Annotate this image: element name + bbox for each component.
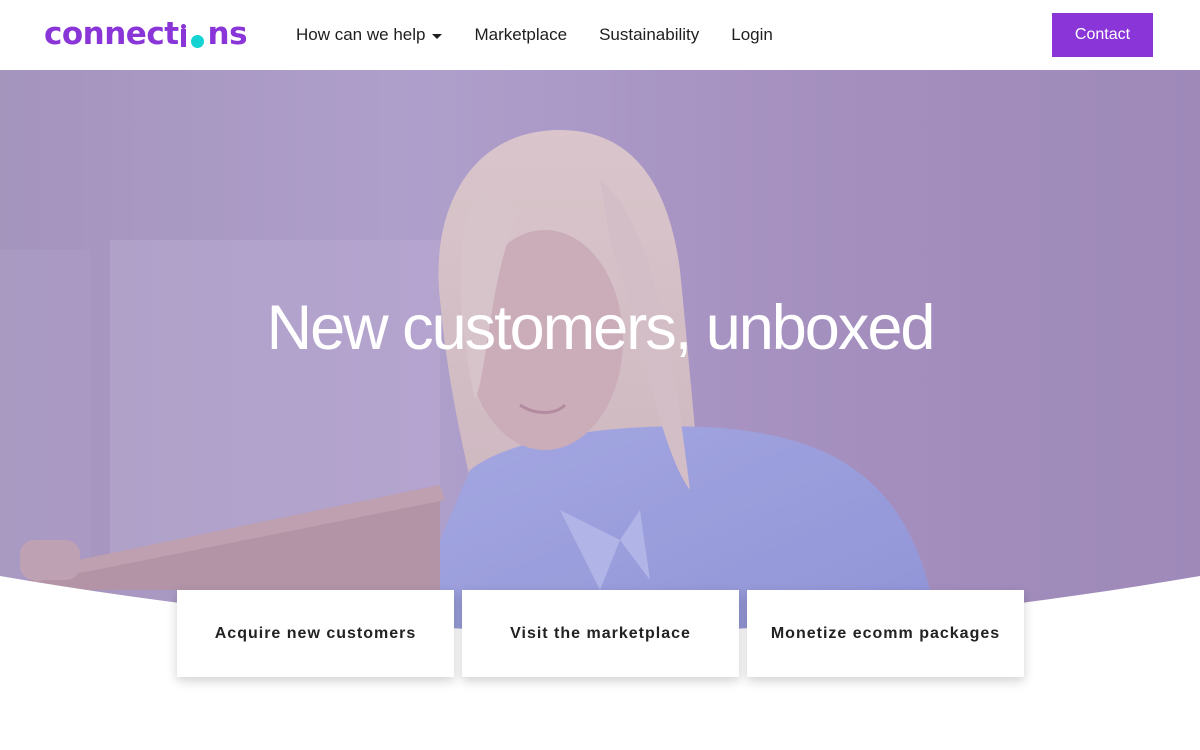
card-acquire-new-customers[interactable]: Acquire new customers: [177, 590, 454, 677]
logo-text-part-2: ns: [207, 16, 248, 52]
contact-button[interactable]: Contact: [1052, 13, 1153, 57]
logo-dot-icon: [188, 32, 207, 54]
nav-sustainability-label: Sustainability: [599, 25, 700, 44]
nav-marketplace[interactable]: Marketplace: [474, 25, 567, 45]
nav-marketplace-label: Marketplace: [474, 25, 568, 44]
nav-sustainability[interactable]: Sustainability: [599, 25, 699, 45]
nav-login-label: Login: [731, 25, 773, 44]
hero-title: New customers, unboxed: [266, 293, 936, 363]
nav-login[interactable]: Login: [731, 25, 773, 45]
site-header: connect ns How can we help Marketplace Su…: [0, 0, 1200, 70]
quick-link-cards: Acquire new customers Visit the marketpl…: [177, 590, 1024, 677]
nav-how-can-we-help[interactable]: How can we help: [296, 25, 443, 45]
page: connect ns How can we help Marketplace Su…: [0, 0, 1200, 750]
caret-down-icon: [432, 33, 443, 39]
card-monetize-ecomm-packages[interactable]: Monetize ecomm packages: [747, 590, 1024, 677]
nav-how-can-we-help-label: How can we help: [296, 25, 426, 44]
hero-banner: New customers, unboxed: [0, 70, 1200, 640]
card-visit-the-marketplace[interactable]: Visit the marketplace: [462, 590, 739, 677]
main-nav: How can we help Marketplace Sustainabili…: [296, 23, 805, 47]
connections-logo[interactable]: connect ns: [44, 14, 248, 54]
logo-i-glyph: [179, 24, 187, 54]
logo-text-part-1: connect: [44, 16, 179, 52]
